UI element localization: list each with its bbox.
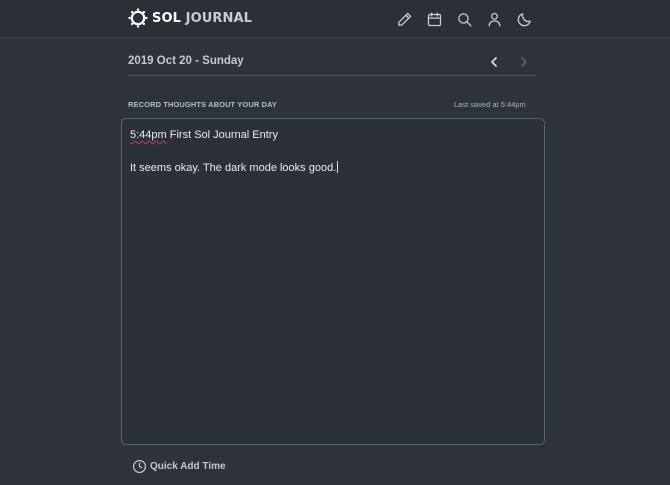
pencil-icon[interactable] bbox=[394, 9, 414, 29]
quick-add-time-label: Quick Add Time bbox=[150, 461, 226, 472]
calendar-icon[interactable] bbox=[424, 9, 444, 29]
quick-add-time-button[interactable]: Quick Add Time bbox=[132, 459, 226, 474]
top-navigation-bar: SOL JOURNAL bbox=[0, 0, 670, 38]
entry-line-1: 5:44pm First Sol Journal Entry bbox=[130, 127, 536, 143]
user-icon[interactable] bbox=[484, 9, 504, 29]
search-icon[interactable] bbox=[454, 9, 474, 29]
current-date: 2019 Oct 20 - Sunday bbox=[128, 55, 244, 67]
journal-entry-editor[interactable]: 5:44pm First Sol Journal Entry It seems … bbox=[121, 118, 545, 445]
app-name: SOL JOURNAL bbox=[152, 11, 252, 26]
clock-icon bbox=[132, 459, 147, 474]
text-cursor bbox=[337, 161, 339, 173]
chevron-left-icon bbox=[491, 57, 497, 67]
next-day-button[interactable] bbox=[516, 54, 532, 70]
nav-icon-group bbox=[394, 9, 544, 29]
entry-line-2: It seems okay. The dark mode looks good. bbox=[130, 160, 536, 176]
moon-icon[interactable] bbox=[514, 9, 534, 29]
sun-logo-icon bbox=[128, 8, 148, 28]
last-saved-status: Last saved at 5:44pm bbox=[454, 100, 526, 109]
previous-day-button[interactable] bbox=[486, 54, 502, 70]
app-name-journal: JOURNAL bbox=[185, 10, 253, 26]
app-logo[interactable]: SOL JOURNAL bbox=[128, 8, 252, 28]
app-name-sol: SOL bbox=[152, 10, 181, 26]
chevron-right-icon bbox=[521, 57, 527, 67]
entry-line-2-text: It seems okay. The dark mode looks good. bbox=[130, 162, 337, 174]
date-navigation-bar: 2019 Oct 20 - Sunday bbox=[128, 50, 536, 76]
entry-section-label: RECORD THOUGHTS ABOUT YOUR DAY bbox=[128, 100, 277, 109]
misspelled-word: 5:44pm bbox=[130, 129, 167, 141]
entry-line-1-text: First Sol Journal Entry bbox=[166, 129, 278, 141]
